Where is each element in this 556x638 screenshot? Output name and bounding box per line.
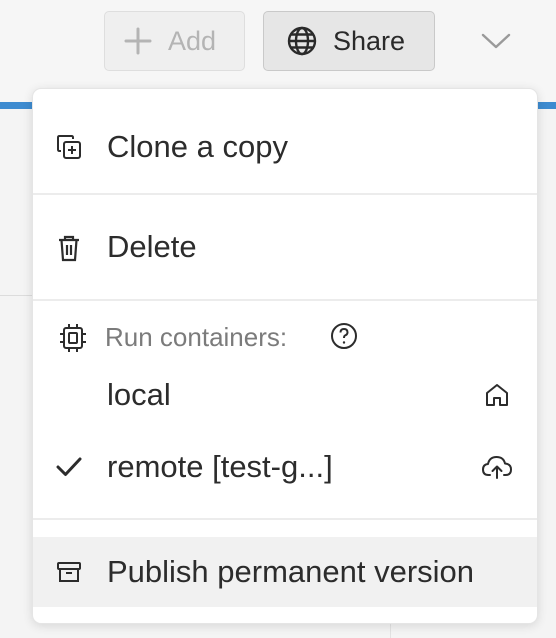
help-circle-icon[interactable]: [330, 322, 358, 350]
share-button[interactable]: Share: [263, 11, 435, 71]
menu-item-delete[interactable]: Delete: [33, 195, 537, 299]
archive-icon: [55, 559, 83, 585]
menu-divider: [33, 518, 537, 520]
clone-icon: [55, 133, 83, 161]
run-containers-header: Run containers:: [33, 316, 537, 360]
add-button-label: Add: [168, 25, 217, 56]
menu-item-local-label: local: [107, 377, 171, 412]
trash-icon: [55, 233, 83, 263]
menu-item-clone-label: Clone a copy: [107, 129, 288, 164]
share-dropdown-menu: Clone a copy Delete Run containers: loca…: [32, 88, 538, 624]
globe-icon: [286, 25, 318, 57]
menu-item-local[interactable]: local: [33, 363, 537, 427]
home-icon: [483, 381, 511, 409]
menu-item-remote[interactable]: remote [test-g...]: [33, 435, 537, 499]
chip-icon: [59, 322, 87, 354]
share-button-label: Share: [333, 25, 406, 56]
menu-divider: [33, 299, 537, 301]
menu-item-publish-label: Publish permanent version: [107, 554, 475, 589]
app-window: Add Share Clone a copy Delete Run contai…: [0, 0, 556, 638]
menu-item-clone[interactable]: Clone a copy: [33, 97, 537, 193]
check-icon: [55, 453, 83, 481]
menu-item-publish[interactable]: Publish permanent version: [33, 537, 537, 607]
plus-icon: [123, 26, 153, 56]
chevron-down-icon: [480, 32, 512, 50]
background-divider: [0, 295, 32, 296]
cloud-upload-icon: [481, 453, 513, 481]
menu-item-remote-label: remote [test-g...]: [107, 449, 333, 484]
menu-item-delete-label: Delete: [107, 229, 197, 264]
more-options-button[interactable]: [478, 26, 514, 56]
add-button[interactable]: Add: [104, 11, 245, 71]
run-containers-label: Run containers:: [105, 322, 288, 352]
